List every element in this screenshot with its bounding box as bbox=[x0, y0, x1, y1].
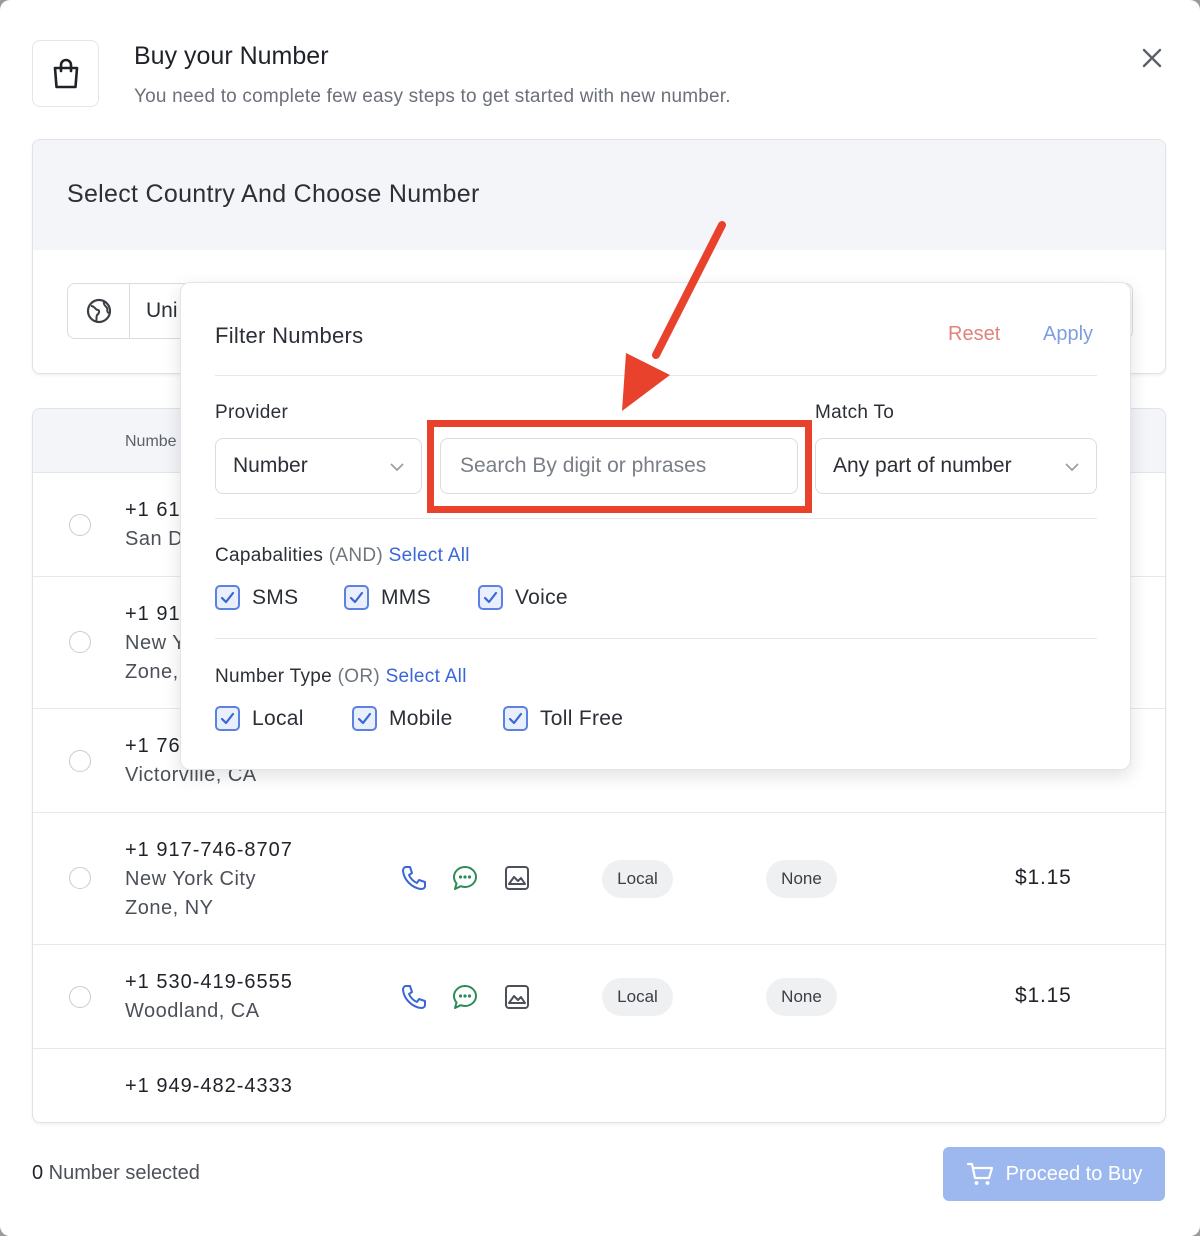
checkbox-label: Mobile bbox=[389, 706, 453, 730]
capabilities-label: Capabalities bbox=[215, 545, 324, 566]
row-radio[interactable] bbox=[69, 867, 91, 889]
proceed-label: Proceed to Buy bbox=[1005, 1162, 1143, 1185]
row-number: +1 917-746-8707 bbox=[125, 839, 293, 861]
modal-title: Buy your Number bbox=[134, 42, 329, 70]
divider bbox=[215, 518, 1097, 519]
image-icon bbox=[505, 985, 529, 1009]
row-number: +1 91 bbox=[125, 603, 181, 625]
divider bbox=[215, 375, 1097, 376]
row-location: Woodland, CA bbox=[125, 1000, 260, 1022]
match-to-label: Match To bbox=[815, 402, 895, 423]
number-type-qualifier: (OR) bbox=[337, 666, 380, 687]
buy-number-modal: Buy your Number You need to complete few… bbox=[0, 0, 1200, 1236]
restriction-badge: None bbox=[766, 860, 837, 898]
selected-count: 0 bbox=[32, 1162, 44, 1184]
capabilities-qualifier: (AND) bbox=[328, 545, 384, 566]
row-radio[interactable] bbox=[69, 514, 91, 536]
number-type-heading: Number Type (OR) Select All bbox=[215, 666, 467, 688]
table-row[interactable]: +1 917-746-8707 New York City Zone, NY L… bbox=[33, 813, 1165, 945]
checkbox-mms[interactable]: MMS bbox=[344, 585, 431, 610]
country-value: Uni bbox=[146, 299, 178, 322]
check-icon bbox=[478, 585, 503, 610]
close-icon[interactable] bbox=[1138, 44, 1166, 72]
cart-icon bbox=[966, 1162, 993, 1185]
row-radio[interactable] bbox=[69, 631, 91, 653]
chat-icon bbox=[453, 985, 477, 1009]
search-input[interactable] bbox=[440, 438, 798, 494]
row-number: +1 61 bbox=[125, 499, 181, 521]
chevron-down-icon bbox=[390, 463, 404, 472]
apply-button[interactable]: Apply bbox=[1043, 323, 1093, 346]
shopping-bag-icon bbox=[32, 40, 99, 107]
restriction-badge: None bbox=[766, 978, 837, 1016]
row-location-line2: Zone, NY bbox=[125, 897, 214, 919]
table-row[interactable]: +1 530-419-6555 Woodland, CA Local None … bbox=[33, 945, 1165, 1049]
row-number: +1 530-419-6555 bbox=[125, 971, 293, 993]
reset-button[interactable]: Reset bbox=[948, 323, 1000, 346]
provider-value: Number bbox=[233, 454, 308, 477]
proceed-to-buy-button[interactable]: Proceed to Buy bbox=[943, 1147, 1165, 1201]
selection-summary: 0 Number selected bbox=[32, 1162, 200, 1185]
provider-label: Provider bbox=[215, 402, 289, 423]
type-badge: Local bbox=[602, 978, 673, 1016]
checkbox-label: Toll Free bbox=[540, 706, 624, 730]
step-title: Select Country And Choose Number bbox=[67, 180, 480, 208]
check-icon bbox=[215, 585, 240, 610]
checkbox-local[interactable]: Local bbox=[215, 706, 304, 731]
modal-subtitle: You need to complete few easy steps to g… bbox=[134, 86, 731, 107]
row-radio[interactable] bbox=[69, 986, 91, 1008]
check-icon bbox=[215, 706, 240, 731]
number-type-select-all[interactable]: Select All bbox=[386, 666, 467, 687]
provider-select[interactable]: Number bbox=[215, 438, 422, 494]
filter-popover: Filter Numbers Reset Apply Provider Numb… bbox=[180, 282, 1131, 770]
check-icon bbox=[352, 706, 377, 731]
globe-icon bbox=[68, 284, 130, 338]
checkbox-label: SMS bbox=[252, 585, 299, 609]
number-type-label: Number Type bbox=[215, 666, 333, 687]
row-location-line2: Zone, bbox=[125, 661, 179, 683]
check-icon bbox=[503, 706, 528, 731]
selected-label: Number selected bbox=[43, 1162, 200, 1184]
row-radio[interactable] bbox=[69, 750, 91, 772]
row-location-line1: New York City bbox=[125, 868, 256, 890]
checkbox-sms[interactable]: SMS bbox=[215, 585, 298, 610]
row-location-line1: New Y bbox=[125, 632, 187, 654]
chat-icon bbox=[453, 866, 477, 890]
phone-icon bbox=[402, 985, 426, 1009]
chevron-down-icon bbox=[1065, 463, 1079, 472]
filter-title: Filter Numbers bbox=[215, 323, 364, 348]
divider bbox=[215, 638, 1097, 639]
checkbox-label: Voice bbox=[515, 585, 568, 609]
checkbox-label: MMS bbox=[381, 585, 431, 609]
match-to-value: Any part of number bbox=[833, 454, 1012, 477]
capabilities-select-all[interactable]: Select All bbox=[389, 545, 470, 566]
row-location: San D bbox=[125, 528, 184, 550]
checkbox-voice[interactable]: Voice bbox=[478, 585, 568, 610]
checkbox-toll-free[interactable]: Toll Free bbox=[503, 706, 623, 731]
checkbox-mobile[interactable]: Mobile bbox=[352, 706, 453, 731]
row-number: +1 949-482-4333 bbox=[125, 1075, 293, 1097]
table-row[interactable]: +1 949-482-4333 bbox=[33, 1049, 1165, 1122]
row-price: $1.15 bbox=[1015, 866, 1072, 889]
image-icon bbox=[505, 866, 529, 890]
phone-icon bbox=[402, 866, 426, 890]
check-icon bbox=[344, 585, 369, 610]
checkbox-label: Local bbox=[252, 706, 304, 730]
type-badge: Local bbox=[602, 860, 673, 898]
column-header-number: Numbe bbox=[125, 433, 177, 450]
step-header: Select Country And Choose Number bbox=[33, 140, 1165, 250]
match-to-select[interactable]: Any part of number bbox=[815, 438, 1097, 494]
capabilities-heading: Capabalities (AND) Select All bbox=[215, 545, 470, 567]
row-price: $1.15 bbox=[1015, 984, 1072, 1007]
row-number: +1 76 bbox=[125, 735, 181, 757]
